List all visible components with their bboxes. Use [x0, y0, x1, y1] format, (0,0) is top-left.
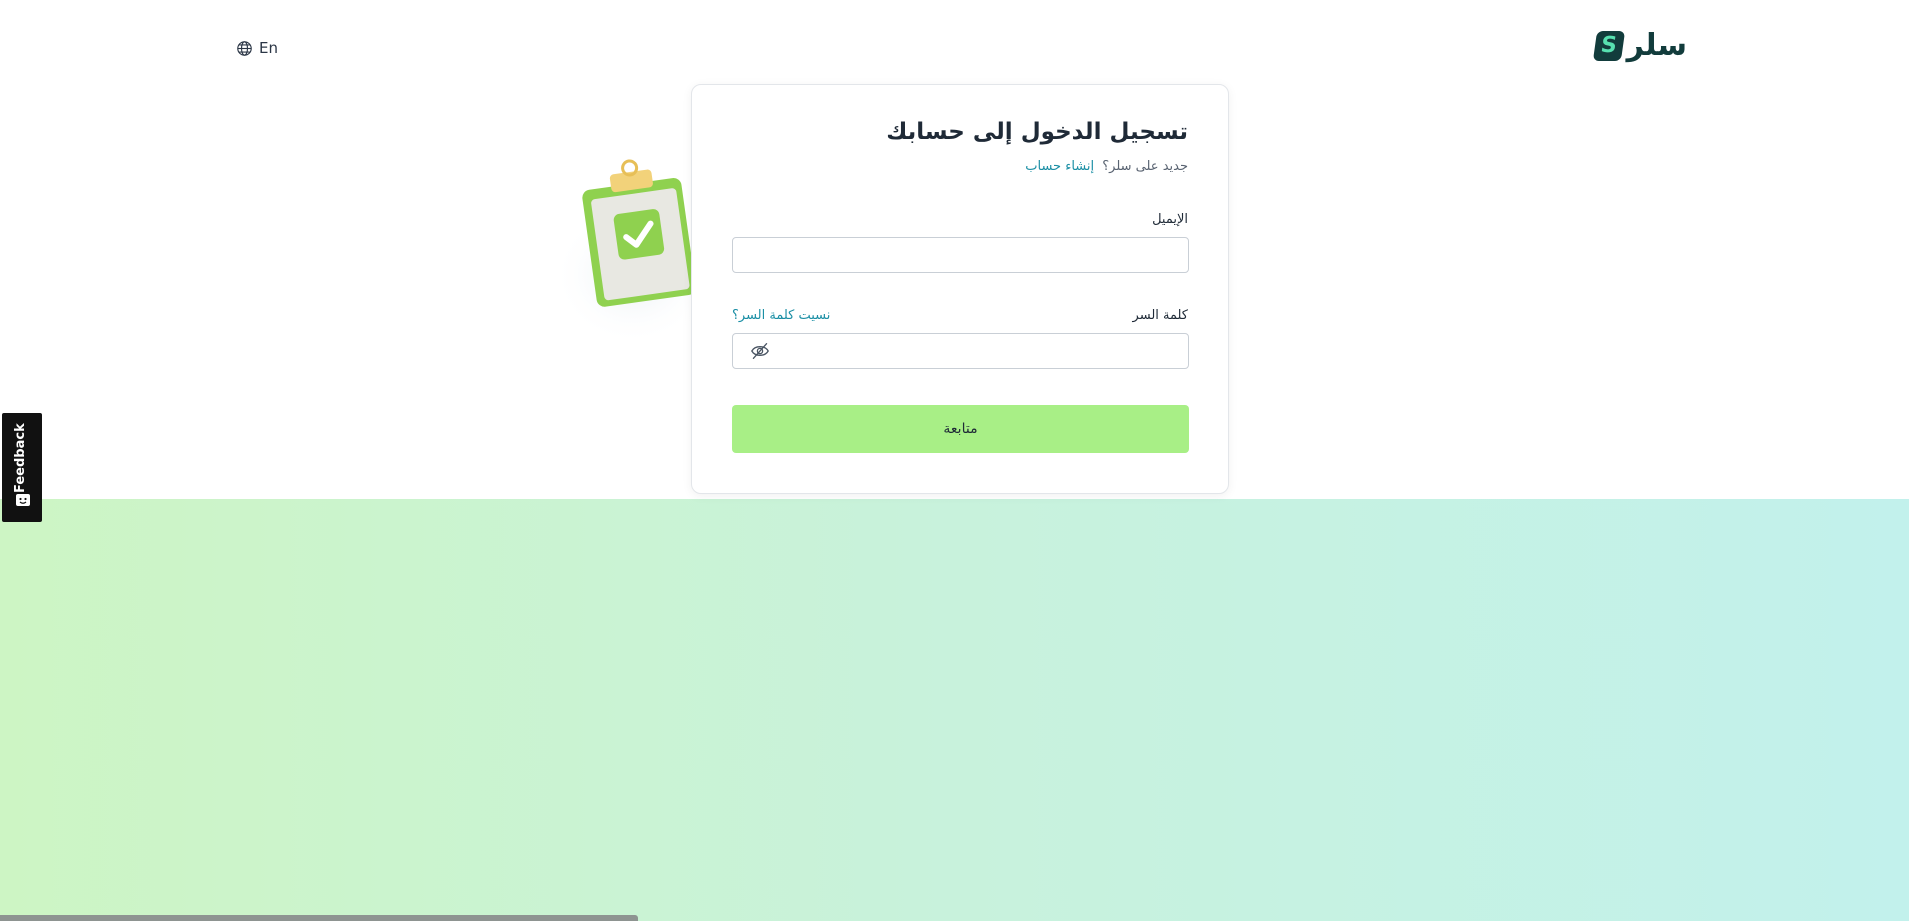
globe-icon — [236, 34, 253, 61]
eye-off-icon[interactable] — [750, 342, 770, 360]
logo-text: سلر — [1626, 28, 1687, 63]
background-gradient-band — [0, 499, 1909, 921]
password-field[interactable] — [732, 333, 1189, 369]
page-title: تسجيل الدخول إلى حسابك — [886, 119, 1188, 145]
email-label: الإيميل — [1152, 212, 1188, 227]
smiley-icon — [16, 494, 30, 506]
email-field[interactable] — [732, 237, 1189, 273]
clipboard-check-illustration — [553, 159, 698, 345]
login-card: تسجيل الدخول إلى حسابك جديد على سلر؟ إنش… — [691, 84, 1229, 494]
brand-logo[interactable]: S سلر — [1592, 28, 1687, 64]
feedback-tab[interactable]: Feedback — [2, 413, 42, 522]
forgot-password-link[interactable]: نسيت كلمة السر؟ — [732, 308, 830, 323]
create-account-link[interactable]: إنشاء حساب — [1025, 159, 1094, 174]
logo-mark-icon: S — [1592, 31, 1625, 61]
language-label: En — [259, 38, 278, 57]
password-label: كلمة السر — [1132, 308, 1188, 323]
feedback-label: Feedback — [13, 423, 28, 493]
continue-button[interactable]: متابعة — [732, 405, 1189, 453]
new-user-text: جديد على سلر؟ — [1102, 159, 1188, 174]
signup-prompt: جديد على سلر؟ إنشاء حساب — [1025, 159, 1188, 174]
horizontal-scrollbar[interactable] — [0, 915, 638, 921]
language-switcher[interactable]: En — [236, 34, 278, 61]
